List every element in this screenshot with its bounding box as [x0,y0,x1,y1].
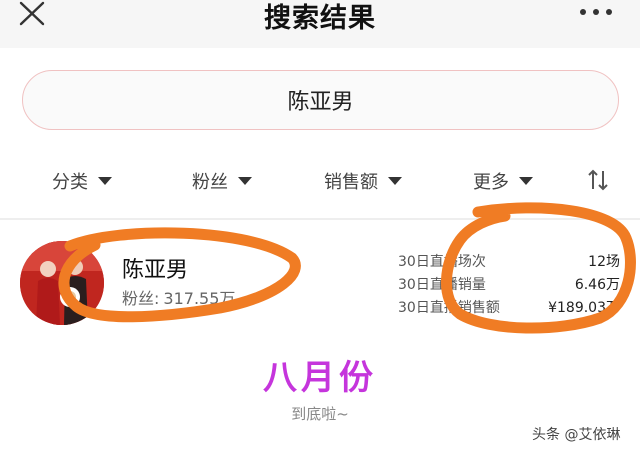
dropdown-arrow-icon [519,177,533,185]
filter-category[interactable]: 分类 [52,168,112,194]
top-bar: 搜索结果 [0,0,640,48]
avatar-photo [20,241,104,325]
dropdown-arrow-icon [238,177,252,185]
result-name[interactable]: 陈亚男 [122,252,188,284]
filter-sales[interactable]: 销售额 [324,168,402,194]
filter-fans[interactable]: 粉丝 [192,168,252,194]
dropdown-arrow-icon [98,177,112,185]
avatar[interactable] [20,241,104,325]
stat-label-sessions: 30日直播场次 [398,254,486,270]
watermark: 头条 @艾依琳 [532,427,621,443]
search-query-text: 陈亚男 [287,90,354,115]
result-fans: 粉丝: 317.55万 [122,285,235,309]
filter-fans-label: 粉丝 [192,172,228,193]
month-annotation: 八月份 [263,358,377,398]
stat-value-volume: 6.46万 [574,277,620,293]
stat-label-sales: 30日直播销售额 [398,300,500,316]
fans-label: 粉丝: [122,289,160,308]
stat-value-sales: ¥189.03万 [548,300,620,316]
more-dots-icon[interactable] [578,6,614,18]
divider [0,218,640,220]
filter-sales-label: 销售额 [324,172,378,193]
filter-more-label: 更多 [473,172,509,193]
search-input[interactable]: 陈亚男 [22,70,619,130]
page-title: 搜索结果 [264,3,376,34]
fans-value: 317.55万 [163,289,236,308]
dropdown-arrow-icon [388,177,402,185]
stat-value-sessions: 12场 [588,254,620,270]
sort-icon[interactable] [586,168,610,192]
filter-more[interactable]: 更多 [473,168,533,194]
stat-label-volume: 30日直播销量 [398,277,486,293]
filter-category-label: 分类 [52,172,88,193]
end-of-list-text: 到底啦~ [291,405,349,423]
